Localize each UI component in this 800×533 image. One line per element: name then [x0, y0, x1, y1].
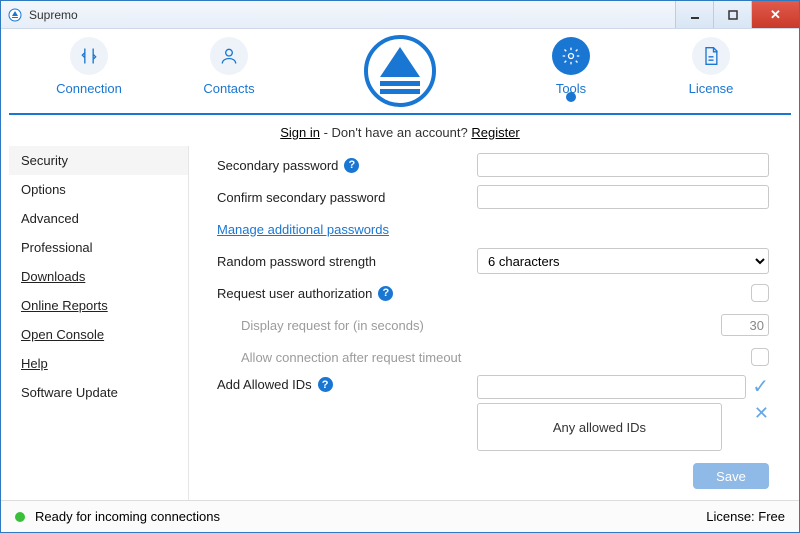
add-allowed-label: Add Allowed IDs	[217, 377, 312, 392]
sidebar-item-options[interactable]: Options	[9, 175, 188, 204]
sidebar-item-downloads[interactable]: Downloads	[9, 262, 188, 291]
tab-label: Connection	[56, 81, 122, 96]
remove-icon[interactable]: ✕	[754, 403, 769, 424]
titlebar: Supremo ✕	[1, 1, 799, 29]
save-button[interactable]: Save	[693, 463, 769, 489]
signin-link[interactable]: Sign in	[280, 125, 320, 140]
confirm-secondary-label: Confirm secondary password	[217, 190, 385, 205]
tab-label: Contacts	[203, 81, 254, 96]
random-strength-select[interactable]: 6 characters	[477, 248, 769, 274]
tab-tools[interactable]: Tools	[531, 37, 611, 96]
allow-after-timeout-label: Allow connection after request timeout	[241, 350, 461, 365]
body: Security Options Advanced Professional D…	[9, 146, 791, 500]
statusbar: Ready for incoming connections License: …	[1, 500, 799, 532]
register-link[interactable]: Register	[471, 125, 519, 140]
status-indicator-icon	[15, 512, 25, 522]
tools-icon	[552, 37, 590, 75]
confirm-secondary-input[interactable]	[477, 185, 769, 209]
tab-connection[interactable]: Connection	[49, 37, 129, 96]
signin-bar: Sign in - Don't have an account? Registe…	[9, 115, 791, 146]
connection-icon	[70, 37, 108, 75]
confirm-icon[interactable]: ✓	[752, 374, 769, 399]
request-auth-label: Request user authorization	[217, 286, 372, 301]
request-auth-checkbox[interactable]	[751, 284, 769, 302]
help-icon[interactable]: ?	[344, 158, 359, 173]
main-panel: Secondary password? Confirm secondary pa…	[189, 146, 791, 500]
content: Connection Contacts Tools	[1, 29, 799, 500]
display-seconds-input[interactable]	[721, 314, 769, 336]
allowed-id-input[interactable]	[477, 375, 746, 399]
display-request-label: Display request for (in seconds)	[241, 318, 424, 333]
manage-additional-link[interactable]: Manage additional passwords	[217, 222, 389, 237]
license-icon	[692, 37, 730, 75]
allow-after-timeout-checkbox[interactable]	[751, 348, 769, 366]
license-status: License: Free	[706, 509, 785, 524]
maximize-button[interactable]	[713, 1, 751, 28]
sidebar-item-security[interactable]: Security	[9, 146, 188, 175]
help-icon[interactable]: ?	[378, 286, 393, 301]
sidebar-item-open-console[interactable]: Open Console	[9, 320, 188, 349]
sidebar-item-professional[interactable]: Professional	[9, 233, 188, 262]
tab-contacts[interactable]: Contacts	[189, 37, 269, 96]
sidebar-item-advanced[interactable]: Advanced	[9, 204, 188, 233]
sidebar-item-help[interactable]: Help	[9, 349, 188, 378]
top-toolbar: Connection Contacts Tools	[9, 29, 791, 115]
tab-label: License	[689, 81, 734, 96]
sidebar-item-online-reports[interactable]: Online Reports	[9, 291, 188, 320]
tab-license[interactable]: License	[671, 37, 751, 96]
allowed-ids-list[interactable]: Any allowed IDs	[477, 403, 722, 451]
app-icon	[7, 7, 23, 23]
random-strength-label: Random password strength	[217, 254, 376, 269]
active-tab-indicator	[566, 92, 576, 102]
app-logo	[362, 33, 438, 114]
window-buttons: ✕	[675, 1, 799, 28]
window-title: Supremo	[29, 8, 675, 22]
sidebar-item-software-update[interactable]: Software Update	[9, 378, 188, 407]
sidebar: Security Options Advanced Professional D…	[9, 146, 189, 500]
secondary-password-label: Secondary password	[217, 158, 338, 173]
app-window: Supremo ✕ Connection Contacts	[0, 0, 800, 533]
minimize-button[interactable]	[675, 1, 713, 28]
close-button[interactable]: ✕	[751, 1, 799, 28]
help-icon[interactable]: ?	[318, 377, 333, 392]
secondary-password-input[interactable]	[477, 153, 769, 177]
contacts-icon	[210, 37, 248, 75]
status-text: Ready for incoming connections	[35, 509, 220, 524]
